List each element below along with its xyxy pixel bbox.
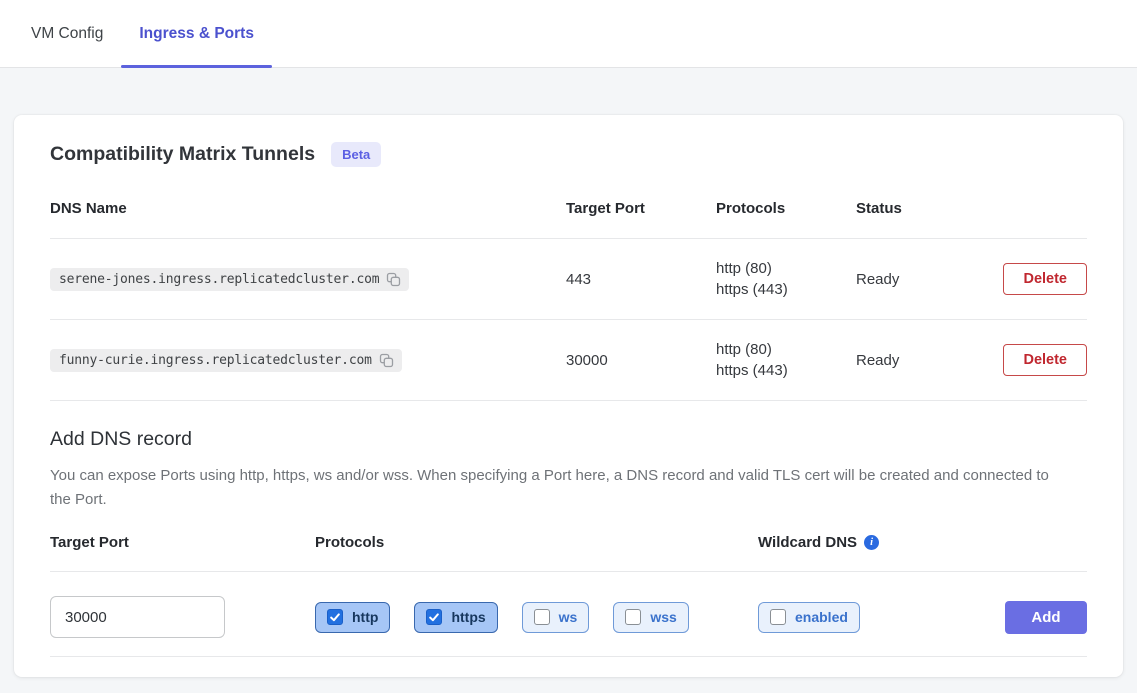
add-header-target-port: Target Port bbox=[50, 534, 315, 551]
copy-icon[interactable] bbox=[379, 353, 394, 368]
table-row: funny-curie.ingress.replicatedcluster.co… bbox=[50, 320, 1087, 401]
checkbox-icon bbox=[426, 609, 442, 625]
status-value: Ready bbox=[856, 271, 996, 288]
dns-name: funny-curie.ingress.replicatedcluster.co… bbox=[59, 353, 372, 368]
tunnels-card: Compatibility Matrix Tunnels Beta DNS Na… bbox=[14, 115, 1123, 677]
checkbox-label: http bbox=[352, 609, 378, 625]
beta-badge: Beta bbox=[331, 142, 381, 167]
delete-button[interactable]: Delete bbox=[1003, 263, 1087, 295]
protocols-value: http (80)https (443) bbox=[716, 258, 856, 300]
checkbox-label: ws bbox=[559, 609, 578, 625]
add-header-protocols: Protocols bbox=[315, 534, 758, 551]
header-target-port: Target Port bbox=[566, 200, 716, 217]
delete-button[interactable]: Delete bbox=[1003, 344, 1087, 376]
checkbox-icon bbox=[534, 609, 550, 625]
tab-bar: VM Config Ingress & Ports bbox=[0, 0, 1137, 68]
checkbox-icon bbox=[625, 609, 641, 625]
main-content: Compatibility Matrix Tunnels Beta DNS Na… bbox=[0, 68, 1137, 693]
add-button[interactable]: Add bbox=[1005, 601, 1087, 634]
target-port-value: 443 bbox=[566, 271, 716, 288]
protocol-options: http https ws wss bbox=[315, 602, 758, 633]
add-form-header: Target Port Protocols Wildcard DNS i bbox=[50, 518, 1087, 572]
checkbox-label: https bbox=[451, 609, 485, 625]
protocols-value: http (80)https (443) bbox=[716, 339, 856, 381]
add-header-wildcard-dns: Wildcard DNS bbox=[758, 534, 857, 551]
target-port-input[interactable] bbox=[50, 596, 225, 638]
add-form-row: http https ws wss bbox=[50, 572, 1087, 657]
dns-name-pill: funny-curie.ingress.replicatedcluster.co… bbox=[50, 349, 402, 372]
dns-name-pill: serene-jones.ingress.replicatedcluster.c… bbox=[50, 268, 409, 291]
tunnel-table-body: serene-jones.ingress.replicatedcluster.c… bbox=[50, 239, 1087, 401]
checkbox-icon bbox=[327, 609, 343, 625]
copy-icon[interactable] bbox=[386, 272, 401, 287]
tab-vm-config[interactable]: VM Config bbox=[13, 0, 121, 67]
table-row: serene-jones.ingress.replicatedcluster.c… bbox=[50, 239, 1087, 320]
header-protocols: Protocols bbox=[716, 200, 856, 217]
protocol-checkbox-wss[interactable]: wss bbox=[613, 602, 688, 633]
wildcard-option: enabled bbox=[758, 602, 996, 633]
protocol-checkbox-ws[interactable]: ws bbox=[522, 602, 590, 633]
add-dns-title: Add DNS record bbox=[50, 428, 1087, 451]
protocol-checkbox-http[interactable]: http bbox=[315, 602, 390, 633]
dns-name: serene-jones.ingress.replicatedcluster.c… bbox=[59, 272, 379, 287]
card-title: Compatibility Matrix Tunnels bbox=[50, 143, 315, 166]
tab-ingress-ports[interactable]: Ingress & Ports bbox=[121, 0, 272, 67]
checkbox-label: wss bbox=[650, 609, 676, 625]
checkbox-label: enabled bbox=[795, 609, 848, 625]
info-icon[interactable]: i bbox=[864, 535, 879, 550]
header-dns-name: DNS Name bbox=[50, 200, 566, 217]
add-dns-description: You can expose Ports using http, https, … bbox=[50, 464, 1065, 512]
header-status: Status bbox=[856, 200, 996, 217]
status-value: Ready bbox=[856, 352, 996, 369]
target-port-value: 30000 bbox=[566, 352, 716, 369]
checkbox-icon bbox=[770, 609, 786, 625]
wildcard-checkbox-enabled[interactable]: enabled bbox=[758, 602, 860, 633]
protocol-checkbox-https[interactable]: https bbox=[414, 602, 497, 633]
table-header: DNS Name Target Port Protocols Status bbox=[50, 187, 1087, 239]
